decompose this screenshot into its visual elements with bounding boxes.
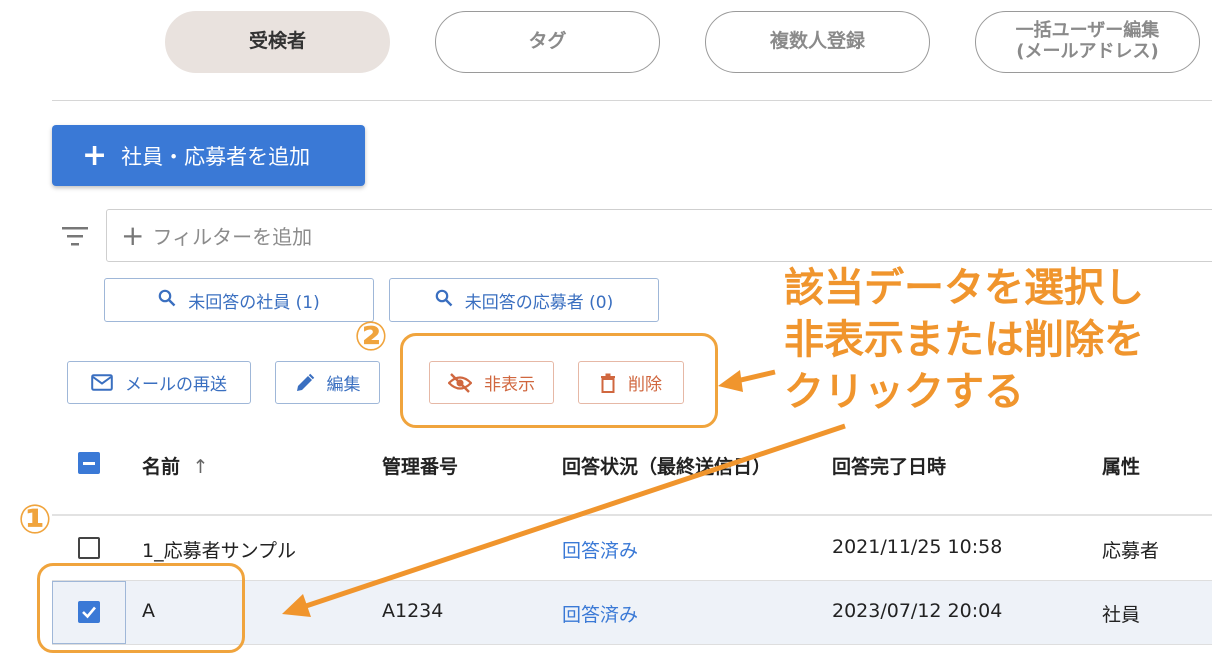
annotation-arrows <box>282 369 846 617</box>
arrow-head-actions <box>718 370 743 392</box>
arrow-head-checkbox <box>282 594 311 617</box>
arrow-to-checkbox <box>299 423 846 611</box>
